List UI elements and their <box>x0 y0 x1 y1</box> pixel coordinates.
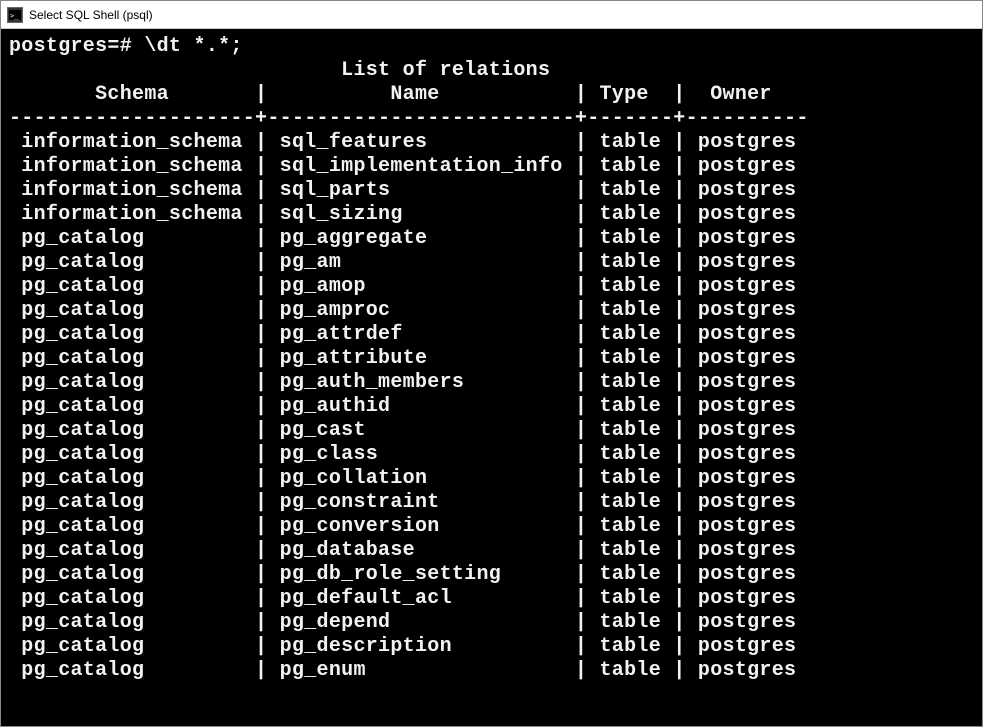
window-titlebar: >_ Select SQL Shell (psql) <box>1 1 982 29</box>
svg-text:>_: >_ <box>10 12 19 20</box>
terminal-output[interactable]: postgres=# \dt *.*; List of relations Sc… <box>1 29 982 689</box>
app-icon: >_ <box>7 7 23 23</box>
window-title: Select SQL Shell (psql) <box>29 8 153 22</box>
